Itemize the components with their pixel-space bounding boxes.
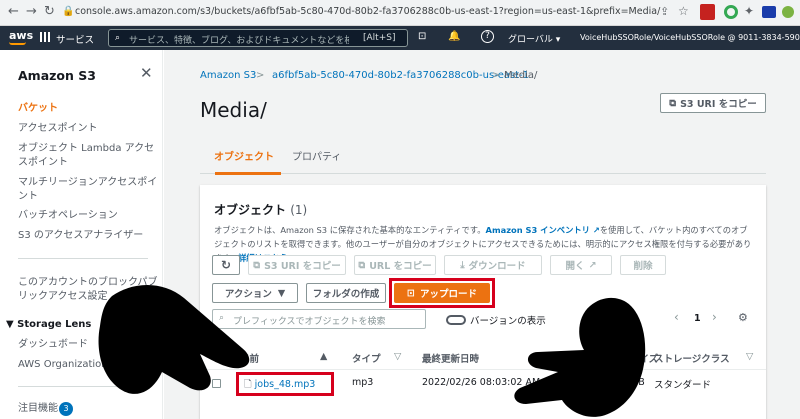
- profile-avatar[interactable]: [782, 6, 794, 18]
- delete-button[interactable]: 削除: [620, 255, 666, 275]
- browser-toolbar: ← → ↻ 🔒 console.aws.amazon.com/s3/bucket…: [0, 0, 800, 26]
- upload-label: アップロード: [419, 289, 477, 300]
- caret-down-icon: ▼: [6, 319, 18, 330]
- breadcrumb-s3[interactable]: Amazon S3: [200, 70, 256, 81]
- lock-icon: 🔒: [62, 6, 75, 17]
- external-link-icon: ↗: [588, 259, 597, 271]
- create-folder-label: フォルダの作成: [312, 289, 380, 300]
- gmail-extension-icon[interactable]: [700, 4, 715, 20]
- show-versions-toggle[interactable]: [446, 315, 466, 325]
- inventory-link[interactable]: Amazon S3 インベントリ: [486, 225, 590, 235]
- sidebar-item-object-lambda[interactable]: オブジェクト Lambda アクセスポイント: [18, 142, 158, 170]
- notifications-bell-icon[interactable]: 🔔: [448, 31, 460, 42]
- sidebar-item-batch-operations[interactable]: バッチオペレーション: [18, 209, 158, 223]
- sidebar-item-multi-region[interactable]: マルチリージョンアクセスポイント: [18, 176, 158, 204]
- tab-bar: オブジェクト プロパティ: [200, 138, 766, 175]
- services-grid-icon[interactable]: [40, 32, 50, 42]
- cell-type: mp3: [352, 377, 374, 388]
- aws-top-nav: aws サービス ⌕ サービス、特徴、ブログ、およびドキュメントなどを検索 [A…: [0, 26, 800, 50]
- search-input[interactable]: ⌕ サービス、特徴、ブログ、およびドキュメントなどを検索 [Alt+S]: [108, 29, 408, 47]
- account-label: VoiceHubSSORole/VoiceHubSSORole @ 9011-3…: [580, 33, 800, 42]
- sidebar-item-access-points[interactable]: アクセスポイント: [18, 122, 158, 136]
- sidebar-item-buckets[interactable]: バケット: [18, 102, 158, 116]
- copy-icon: ⧉: [253, 259, 261, 271]
- tab-objects[interactable]: オブジェクト: [214, 148, 274, 163]
- search-icon: ⌕: [115, 33, 121, 43]
- refresh-icon: ↻: [220, 258, 232, 272]
- region-selector[interactable]: グローバル ▾: [508, 32, 560, 45]
- next-page-icon[interactable]: ›: [712, 310, 717, 324]
- search-placeholder: サービス、特徴、ブログ、およびドキュメントなどを検索: [129, 36, 349, 46]
- sidebar-title: Amazon S3: [18, 68, 96, 83]
- copy-url-button[interactable]: ⧉ URL をコピー: [354, 255, 436, 275]
- feature-count-badge: 3: [59, 402, 73, 416]
- back-arrow-icon[interactable]: ←: [8, 4, 19, 19]
- active-tab-indicator: [215, 172, 281, 175]
- copy-icon: ⧉: [358, 259, 366, 271]
- aws-logo[interactable]: aws: [9, 29, 33, 42]
- puzzle-icon[interactable]: ✦: [744, 4, 754, 18]
- download-icon: ⤓: [460, 259, 465, 271]
- breadcrumb-separator: >: [256, 70, 265, 81]
- copy-icon: ⧉: [669, 97, 677, 109]
- region-label: グローバル: [508, 35, 553, 45]
- forward-arrow-icon[interactable]: →: [26, 4, 37, 19]
- pointing-hand-left-icon: [98, 285, 250, 394]
- objects-count: (1): [290, 203, 308, 217]
- objects-title: オブジェクト (1): [214, 201, 307, 218]
- delete-label: 削除: [633, 261, 653, 272]
- aws-smile-icon: [9, 42, 26, 45]
- bookmark-star-icon[interactable]: ☆: [678, 4, 689, 18]
- services-menu[interactable]: サービス: [56, 32, 94, 46]
- address-bar[interactable]: console.aws.amazon.com/s3/buckets/a6fbf5…: [75, 6, 660, 17]
- external-link-icon: ↗: [589, 225, 600, 235]
- breadcrumb-separator: >: [492, 70, 501, 81]
- column-header-last-modified[interactable]: 最終更新日時: [422, 351, 479, 365]
- download-button[interactable]: ⤓ ダウンロード: [444, 255, 542, 275]
- copy-s3-uri-btn-label: S3 URI をコピー: [264, 261, 341, 272]
- caret-down-icon: ▼: [277, 287, 286, 299]
- storage-lens-label: Storage Lens: [17, 319, 92, 330]
- tab-properties[interactable]: プロパティ: [292, 148, 341, 163]
- cell-storage-class: スタンダード: [654, 380, 712, 391]
- page-number[interactable]: 1: [694, 313, 701, 324]
- previous-page-icon[interactable]: ‹: [674, 310, 679, 324]
- copy-s3-uri-header-button[interactable]: ⧉ S3 URI をコピー: [660, 93, 766, 113]
- copy-s3-uri-button[interactable]: ⧉ S3 URI をコピー: [248, 255, 346, 275]
- reload-icon[interactable]: ↻: [44, 4, 55, 19]
- upload-button[interactable]: ⊡ アップロード: [394, 283, 490, 303]
- sort-icon[interactable]: ▽: [394, 351, 401, 362]
- objects-panel: オブジェクト (1) オブジェクトは、Amazon S3 に保存された基本的なエ…: [200, 185, 766, 419]
- page-title: Media/: [200, 98, 267, 122]
- sidebar-divider: [18, 258, 148, 259]
- create-folder-button[interactable]: フォルダの作成: [306, 283, 386, 303]
- sort-icon[interactable]: ▽: [746, 351, 753, 362]
- upload-icon: ⊡: [407, 287, 415, 299]
- copy-s3-uri-label: S3 URI をコピー: [680, 99, 757, 110]
- search-shortcut: [Alt+S]: [363, 33, 396, 43]
- download-label: ダウンロード: [468, 261, 526, 272]
- sort-ascending-icon[interactable]: ▲: [320, 351, 327, 362]
- column-header-type[interactable]: タイプ: [352, 351, 381, 365]
- extension-icon[interactable]: [724, 5, 738, 19]
- pointing-hand-right-icon: [514, 297, 646, 417]
- table-header-divider: [200, 369, 766, 370]
- close-icon[interactable]: ✕: [140, 64, 153, 82]
- open-button[interactable]: 開く ↗: [550, 255, 612, 275]
- breadcrumb-folder: Media/: [504, 70, 538, 81]
- refresh-button[interactable]: ↻: [212, 255, 240, 275]
- copy-url-label: URL をコピー: [369, 261, 432, 272]
- cloudshell-icon[interactable]: ⊡: [418, 31, 426, 42]
- sidebar-item-access-analyzer[interactable]: S3 のアクセスアナライザー: [18, 229, 158, 243]
- account-menu[interactable]: VoiceHubSSORole/VoiceHubSSORole @ 9011-3…: [580, 33, 800, 42]
- column-header-storage-class[interactable]: ストレージクラス: [654, 351, 730, 365]
- open-label: 開く: [565, 261, 585, 272]
- objects-title-text: オブジェクト: [214, 203, 287, 217]
- shirt-extension-icon[interactable]: [762, 6, 776, 18]
- share-icon[interactable]: ⇪: [660, 5, 669, 18]
- breadcrumb-bucket[interactable]: a6fbf5ab-5c80-470d-80b2-fa3706288c0b-us-…: [272, 70, 529, 81]
- settings-gear-icon[interactable]: ⚙: [738, 311, 748, 324]
- desc-text-1: オブジェクトは、Amazon S3 に保存された基本的なエンティティです。: [214, 225, 486, 235]
- help-icon[interactable]: ?: [481, 30, 494, 43]
